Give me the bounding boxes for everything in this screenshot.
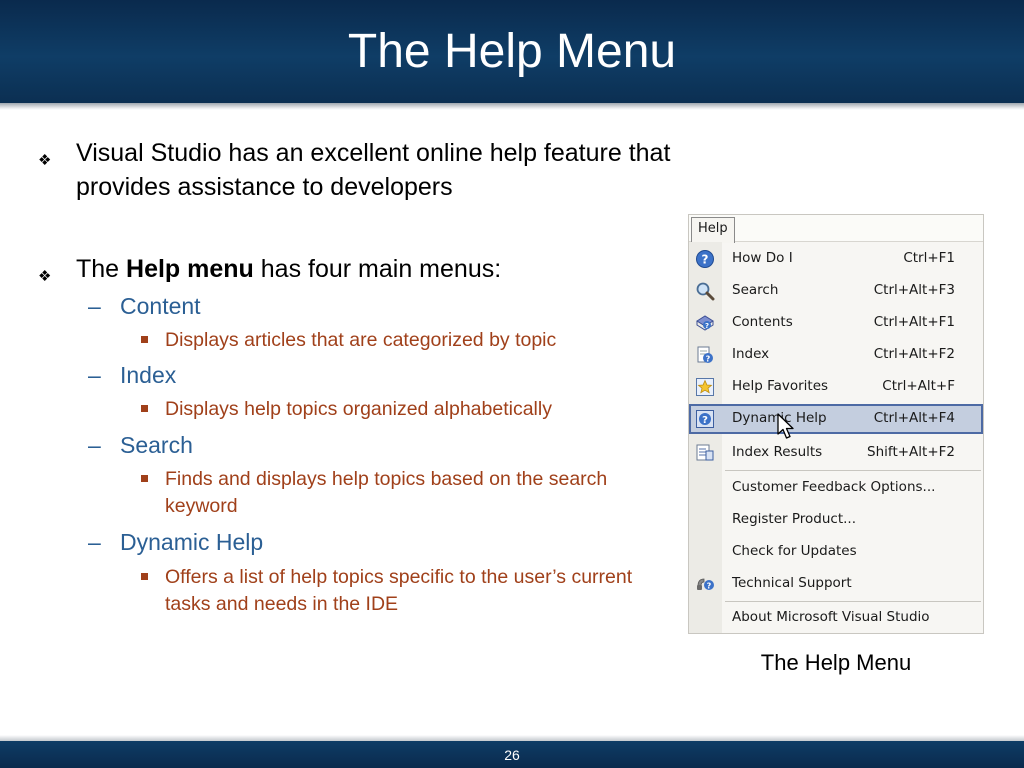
technical-support-icon: ? (697, 578, 714, 591)
figure-caption: The Help Menu (760, 650, 912, 675)
sub-item-search: – Search (88, 430, 193, 460)
square-bullet-icon (141, 336, 148, 343)
index-results-icon (696, 444, 714, 461)
menu-item-how-do-i[interactable]: ? How Do I Ctrl+F1 (689, 244, 983, 274)
menu-separator (725, 470, 981, 471)
menu-item-shortcut: Ctrl+F1 (903, 250, 955, 266)
bullet-2: ❖ The Help menu has four main menus: (38, 252, 676, 286)
index-page-icon: ? (697, 346, 713, 364)
bullet-2-post: has four main menus: (253, 255, 502, 283)
menu-item-label: About Microsoft Visual Studio (732, 609, 930, 625)
contents-book-icon: ? (696, 315, 714, 331)
menu-item-label: How Do I (732, 250, 793, 266)
sub-detail-dynamic-help: Offers a list of help topics specific to… (141, 564, 650, 618)
square-bullet-icon (141, 475, 148, 482)
square-bullet-icon (141, 405, 148, 412)
bullet-1-text: Visual Studio has an excellent online he… (76, 139, 671, 201)
sub-item-content: – Content (88, 291, 201, 321)
sub-detail-content: Displays articles that are categorized b… (141, 327, 645, 354)
menu-item-index[interactable]: ? Index Ctrl+Alt+F2 (689, 340, 983, 370)
bullet-2-bold: Help menu (126, 255, 254, 283)
menu-item-label: Index (732, 346, 770, 362)
dash-bullet: – (88, 529, 101, 555)
menu-item-search[interactable]: Search Ctrl+Alt+F3 (689, 276, 983, 306)
question-circle-icon: ? (696, 250, 714, 268)
help-menu-tab[interactable]: Help (691, 217, 735, 243)
menu-item-check-for-updates[interactable]: Check for Updates (689, 537, 983, 567)
menu-item-index-results[interactable]: Index Results Shift+Alt+F2 (689, 438, 983, 468)
svg-text:?: ? (707, 582, 712, 591)
menu-item-label: Help Favorites (732, 378, 829, 394)
menu-item-contents[interactable]: ? Contents Ctrl+Alt+F1 (689, 308, 983, 338)
dash-bullet: – (88, 432, 101, 458)
sub-detail-text: Displays articles that are categorized b… (165, 329, 557, 351)
menu-item-shortcut: Shift+Alt+F2 (867, 444, 955, 460)
star-icon (696, 378, 714, 396)
sub-detail-search: Finds and displays help topics based on … (141, 466, 625, 520)
dynamic-help-icon: ? (696, 410, 714, 428)
slide-title: The Help Menu (347, 25, 677, 78)
svg-text:?: ? (702, 253, 709, 267)
menu-item-shortcut: Ctrl+Alt+F3 (873, 282, 955, 298)
square-bullet-icon (141, 573, 148, 580)
menu-item-shortcut: Ctrl+Alt+F1 (873, 314, 955, 330)
sub-detail-text: Finds and displays help topics based on … (165, 468, 608, 517)
svg-text:?: ? (705, 322, 709, 330)
sub-item-index: – Index (88, 360, 177, 390)
diamond-bullet-icon: ❖ (38, 152, 52, 169)
menu-item-label: Customer Feedback Options... (732, 479, 936, 495)
page-number: 26 (504, 747, 520, 763)
bullet-2-pre: The (76, 255, 127, 283)
sub-item-label: Index (120, 362, 177, 388)
menu-item-shortcut: Ctrl+Alt+F (882, 378, 955, 394)
menu-item-shortcut: Ctrl+Alt+F2 (873, 346, 955, 362)
help-menu-screenshot: Help ? How Do I Ctrl+F1 Search Ctrl+Alt+… (688, 214, 984, 634)
sub-detail-text: Displays help topics organized alphabeti… (165, 398, 552, 420)
svg-text:?: ? (706, 355, 711, 364)
menu-item-technical-support[interactable]: ? Technical Support (689, 569, 983, 599)
menu-item-label: Register Product... (732, 511, 857, 527)
dash-bullet: – (88, 293, 101, 319)
title-bar-shadow (0, 103, 1024, 110)
menu-item-shortcut: Ctrl+Alt+F4 (873, 410, 955, 426)
sub-item-label: Dynamic Help (120, 529, 264, 555)
menu-item-label: Contents (732, 314, 793, 330)
svg-text:?: ? (702, 415, 708, 426)
menu-item-register-product[interactable]: Register Product... (689, 505, 983, 535)
mouse-pointer-icon (777, 413, 794, 439)
menu-item-label: Search (732, 282, 779, 298)
sub-item-label: Search (120, 432, 193, 458)
sub-item-label: Content (120, 293, 201, 319)
menu-item-dynamic-help[interactable]: ? Dynamic Help Ctrl+Alt+F4 (689, 404, 983, 434)
menu-item-about[interactable]: About Microsoft Visual Studio (689, 603, 983, 633)
menu-item-label: Check for Updates (732, 543, 857, 559)
menu-item-label: Index Results (732, 444, 823, 460)
sub-detail-index: Displays help topics organized alphabeti… (141, 396, 645, 423)
magnifier-icon (696, 282, 715, 301)
diamond-bullet-icon: ❖ (38, 268, 52, 285)
sub-detail-text: Offers a list of help topics specific to… (165, 566, 633, 615)
menu-item-help-favorites[interactable]: Help Favorites Ctrl+Alt+F (689, 372, 983, 402)
menu-item-label: Technical Support (732, 575, 852, 591)
dash-bullet: – (88, 362, 101, 388)
sub-item-dynamic-help: – Dynamic Help (88, 527, 264, 557)
bullet-1: ❖ Visual Studio has an excellent online … (38, 136, 676, 204)
menu-item-customer-feedback[interactable]: Customer Feedback Options... (689, 473, 983, 503)
menu-separator (725, 601, 981, 602)
